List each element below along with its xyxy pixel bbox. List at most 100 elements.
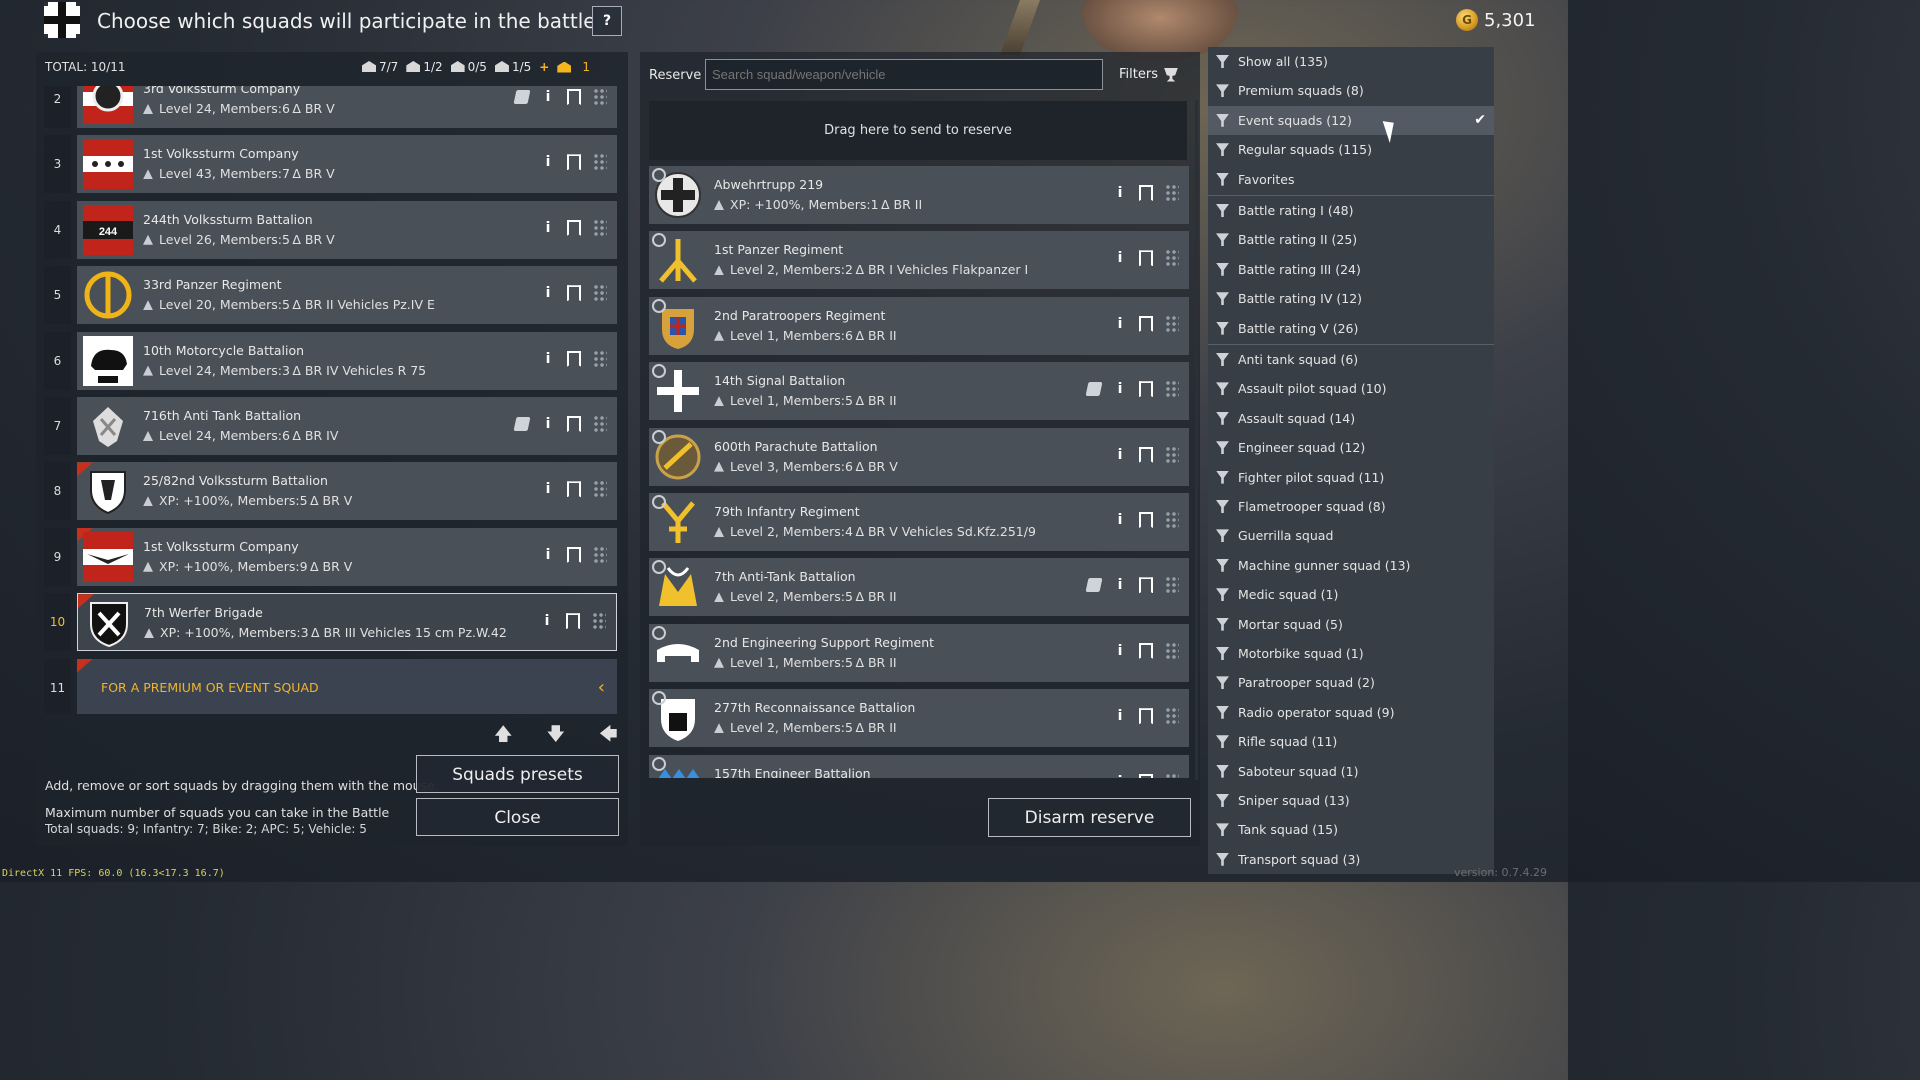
move-up-icon[interactable]: 🡅 bbox=[494, 722, 513, 752]
squad-card[interactable]: 1st Volkssturm Company Level 43, Members:… bbox=[77, 135, 617, 194]
filter-plane[interactable]: Assault pilot squad (10) bbox=[1208, 374, 1494, 403]
info-icon[interactable]: i bbox=[541, 285, 555, 301]
info-icon[interactable]: i bbox=[1113, 643, 1127, 659]
bookmark-icon[interactable] bbox=[567, 89, 581, 105]
info-icon[interactable]: i bbox=[1113, 577, 1127, 593]
squad-card[interactable]: 10th Motorcycle Battalion Level 24, Membe… bbox=[77, 331, 617, 390]
squad-card[interactable]: 716th Anti Tank Battalion Level 24, Membe… bbox=[77, 397, 617, 455]
filter-assault[interactable]: Assault squad (14) bbox=[1208, 404, 1494, 433]
info-icon[interactable]: i bbox=[541, 481, 555, 497]
bookmark-icon[interactable] bbox=[567, 350, 581, 367]
filter-truck[interactable]: Transport squad (3) bbox=[1208, 845, 1494, 874]
info-icon[interactable]: i bbox=[1113, 316, 1127, 332]
squad-row[interactable]: 5 33rd Panzer Regiment Level 20, Members:5… bbox=[44, 266, 618, 325]
drag-handle-icon[interactable] bbox=[1165, 380, 1179, 399]
info-icon[interactable]: i bbox=[1113, 250, 1127, 266]
move-left-icon[interactable]: 🡄 bbox=[599, 722, 618, 752]
info-icon[interactable]: i bbox=[541, 547, 555, 563]
info-icon[interactable]: i bbox=[1113, 381, 1127, 397]
info-icon[interactable]: i bbox=[540, 613, 554, 629]
filter-rifle[interactable]: Rifle squad (11) bbox=[1208, 727, 1494, 756]
manual-icon[interactable] bbox=[513, 90, 531, 104]
reserve-squad-row[interactable]: 277th Reconnaissance Battalion Level 2, M… bbox=[649, 689, 1189, 748]
filter-flame[interactable]: Flametrooper squad (8) bbox=[1208, 492, 1494, 521]
bookmark-icon[interactable] bbox=[567, 481, 581, 498]
filter-br-3[interactable]: Battle rating III (24) bbox=[1208, 255, 1494, 284]
drag-handle-icon[interactable] bbox=[593, 218, 607, 237]
drag-handle-icon[interactable] bbox=[1165, 511, 1179, 529]
filter-crosshair[interactable]: Sniper squad (13) bbox=[1208, 786, 1494, 815]
filters-button[interactable]: Filters bbox=[1119, 67, 1178, 82]
manual-icon[interactable] bbox=[1085, 382, 1103, 397]
filter-mg[interactable]: Machine gunner squad (13) bbox=[1208, 551, 1494, 580]
filter-fighter[interactable]: Fighter pilot squad (11) bbox=[1208, 463, 1494, 492]
bookmark-icon[interactable] bbox=[1139, 250, 1153, 267]
squad-card[interactable]: 3rd Volkssturm Company Level 24, Members:… bbox=[77, 86, 617, 128]
drag-handle-icon[interactable] bbox=[1165, 314, 1179, 333]
squad-card[interactable]: 25/82nd Volkssturm Battalion XP: +100%, M… bbox=[77, 462, 617, 521]
info-icon[interactable]: i bbox=[541, 154, 555, 170]
filter-premium[interactable]: Premium squads (8) bbox=[1208, 76, 1494, 105]
drag-handle-icon[interactable] bbox=[1165, 249, 1179, 268]
filter-saboteur[interactable]: Saboteur squad (1) bbox=[1208, 757, 1494, 786]
squad-card[interactable]: 1st Volkssturm Company XP: +100%, Members… bbox=[77, 527, 617, 586]
filter-funnel[interactable]: Show all (135) bbox=[1208, 47, 1494, 76]
filter-medic[interactable]: Medic squad (1) bbox=[1208, 580, 1494, 609]
manual-icon[interactable] bbox=[513, 417, 531, 431]
reserve-squad-row[interactable]: 600th Parachute Battalion Level 3, Member… bbox=[649, 427, 1189, 486]
bookmark-icon[interactable] bbox=[1139, 512, 1153, 528]
drag-handle-icon[interactable] bbox=[593, 349, 607, 368]
drag-handle-icon[interactable] bbox=[592, 612, 606, 631]
chevron-left-icon[interactable]: ‹ bbox=[598, 677, 605, 698]
close-button[interactable]: Close bbox=[416, 798, 619, 836]
move-down-icon[interactable]: 🡇 bbox=[547, 722, 566, 752]
info-icon[interactable]: i bbox=[541, 220, 555, 236]
squads-presets-button[interactable]: Squads presets bbox=[416, 755, 619, 793]
reserve-squad-row[interactable]: 79th Infantry Regiment Level 2, Members:4… bbox=[649, 493, 1189, 551]
squad-row[interactable]: 9 1st Volkssturm Company XP: +100%, Member… bbox=[44, 527, 618, 586]
filter-parachute[interactable]: Paratrooper squad (2) bbox=[1208, 668, 1494, 697]
reserve-squad-row[interactable]: 157th Engineer Battalion i bbox=[649, 754, 1189, 778]
reserve-scrollbar[interactable] bbox=[1195, 100, 1198, 780]
reserve-squad-list[interactable]: Abwehrtrupp 219 XP: +100%, Members:1 Δ BR… bbox=[649, 166, 1189, 778]
bookmark-icon[interactable] bbox=[1139, 315, 1153, 332]
filter-headset[interactable]: Radio operator squad (9) bbox=[1208, 698, 1494, 727]
reserve-squad-row[interactable]: 7th Anti-Tank Battalion Level 2, Members:… bbox=[649, 558, 1189, 617]
info-icon[interactable]: i bbox=[1113, 512, 1127, 528]
bookmark-icon[interactable] bbox=[1139, 642, 1153, 659]
drag-handle-icon[interactable] bbox=[593, 284, 607, 303]
bookmark-icon[interactable] bbox=[567, 219, 581, 236]
filter-br-2[interactable]: Battle rating II (25) bbox=[1208, 225, 1494, 254]
filter-wrench[interactable]: Engineer squad (12) bbox=[1208, 433, 1494, 462]
squad-card[interactable]: 7th Werfer Brigade XP: +100%, Members:3 Δ… bbox=[77, 593, 617, 652]
filter-anti-tank[interactable]: Anti tank squad (6) bbox=[1208, 345, 1494, 374]
squad-row[interactable]: 10 7th Werfer Brigade XP: +100%, Members:3… bbox=[44, 593, 618, 652]
filter-motorbike[interactable]: Motorbike squad (1) bbox=[1208, 639, 1494, 668]
drag-handle-icon[interactable] bbox=[593, 153, 607, 172]
drag-handle-icon[interactable] bbox=[1165, 772, 1179, 778]
info-icon[interactable]: i bbox=[1113, 708, 1127, 724]
squad-card[interactable]: 244 244th Volkssturm Battalion Level 26, M… bbox=[77, 200, 617, 259]
filter-br-4[interactable]: Battle rating IV (12) bbox=[1208, 284, 1494, 313]
premium-slot-row[interactable]: 11 FOR A PREMIUM OR EVENT SQUAD ‹ bbox=[44, 658, 618, 714]
reserve-squad-row[interactable]: 2nd Paratroopers Regiment Level 1, Member… bbox=[649, 296, 1189, 355]
info-icon[interactable]: i bbox=[541, 416, 555, 432]
drag-handle-icon[interactable] bbox=[1165, 576, 1179, 595]
filter-tank[interactable]: Tank squad (15) bbox=[1208, 815, 1494, 844]
premium-slot-card[interactable]: FOR A PREMIUM OR EVENT SQUAD ‹ bbox=[77, 658, 617, 714]
help-button[interactable]: ? bbox=[592, 6, 622, 36]
bookmark-icon[interactable] bbox=[1139, 577, 1153, 594]
reserve-squad-row[interactable]: Abwehrtrupp 219 XP: +100%, Members:1 Δ BR… bbox=[649, 166, 1189, 224]
disarm-reserve-button[interactable]: Disarm reserve bbox=[988, 798, 1191, 837]
bookmark-icon[interactable] bbox=[1139, 185, 1153, 201]
drag-handle-icon[interactable] bbox=[1165, 707, 1179, 726]
squad-card[interactable]: 33rd Panzer Regiment Level 20, Members:5 … bbox=[77, 266, 617, 325]
reserve-squad-row[interactable]: 14th Signal Battalion Level 1, Members:5 … bbox=[649, 362, 1189, 421]
bookmark-icon[interactable] bbox=[567, 285, 581, 302]
reserve-squad-row[interactable]: 1st Panzer Regiment Level 2, Members:2 Δ … bbox=[649, 231, 1189, 290]
drag-handle-icon[interactable] bbox=[1165, 445, 1179, 464]
drag-handle-icon[interactable] bbox=[1165, 641, 1179, 660]
drag-handle-icon[interactable] bbox=[593, 545, 607, 564]
drag-handle-icon[interactable] bbox=[593, 415, 607, 433]
bookmark-icon[interactable] bbox=[1139, 381, 1153, 398]
